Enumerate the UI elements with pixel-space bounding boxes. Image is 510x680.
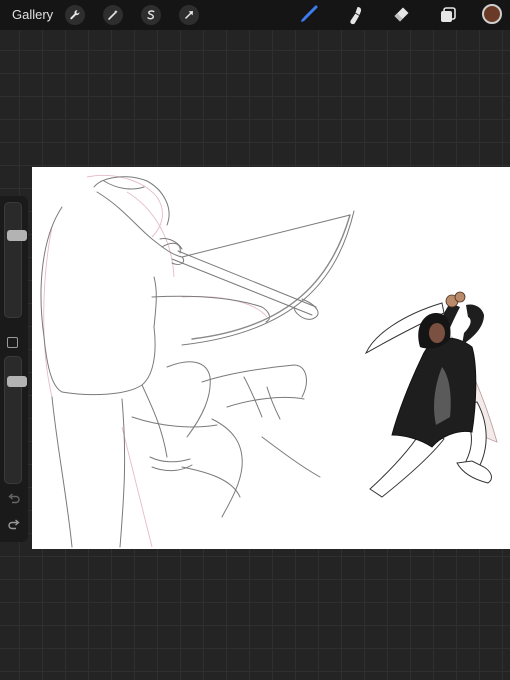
redo-icon[interactable]: [6, 517, 22, 533]
opacity-slider[interactable]: [4, 356, 27, 484]
brush-size-slider[interactable]: [4, 202, 27, 318]
smudge-icon[interactable]: [343, 3, 367, 27]
color-swatch[interactable]: [482, 4, 502, 24]
artwork: [40, 174, 498, 548]
eraser-icon[interactable]: [389, 3, 413, 27]
arrow-cursor-icon[interactable]: [179, 5, 199, 25]
layers-icon[interactable]: [436, 3, 460, 27]
opacity-thumb[interactable]: [7, 376, 27, 387]
brush-size-thumb[interactable]: [7, 230, 27, 241]
warrior-figure: [364, 291, 498, 498]
modify-button[interactable]: [7, 337, 18, 348]
gallery-button[interactable]: Gallery: [12, 7, 53, 22]
top-toolbar: Gallery: [0, 0, 510, 30]
left-sidebar: [0, 196, 28, 542]
magic-wand-icon[interactable]: [103, 5, 123, 25]
undo-icon[interactable]: [6, 491, 22, 507]
wrench-icon[interactable]: [65, 5, 85, 25]
selection-s-icon[interactable]: [141, 5, 161, 25]
brush-icon[interactable]: [296, 3, 320, 27]
drawing-canvas[interactable]: [32, 167, 510, 549]
